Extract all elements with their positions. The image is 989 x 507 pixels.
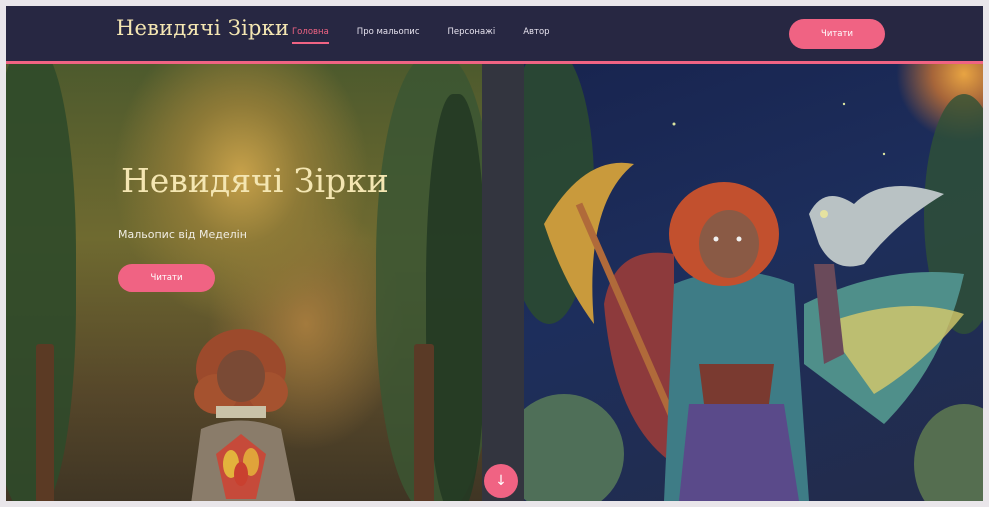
- foliage-right-dark: [426, 94, 482, 501]
- nav-item-author[interactable]: Автор: [523, 27, 549, 37]
- hero-right-panel: [524, 64, 983, 501]
- arrow-down-icon: ↓: [495, 473, 507, 489]
- girl-illustration: [191, 329, 296, 501]
- nav-item-about-comic[interactable]: Про мальопис: [357, 27, 420, 37]
- main-nav: Головна Про мальопис Персонажі Автор: [292, 27, 578, 44]
- trunk-left: [36, 344, 54, 501]
- trunk-right: [414, 344, 434, 501]
- hero-read-button[interactable]: Читати: [118, 264, 215, 292]
- panel-divider: [482, 64, 524, 501]
- site-logo[interactable]: Невидячі Зірки: [116, 16, 289, 40]
- scroll-down-button[interactable]: ↓: [484, 464, 518, 498]
- hero-title: Невидячі Зірки: [121, 161, 389, 200]
- hero-subtitle: Мальопис від Меделін: [118, 228, 247, 241]
- navbar: Невидячі Зірки Головна Про мальопис Перс…: [6, 6, 983, 64]
- hero-character-illustration: [524, 64, 983, 501]
- nav-item-characters[interactable]: Персонажі: [448, 27, 496, 37]
- page-frame: Невидячі Зірки Головна Про мальопис Перс…: [6, 6, 983, 501]
- header-read-button[interactable]: Читати: [789, 19, 885, 49]
- hero-left-panel: Невидячі Зірки Мальопис від Меделін Чита…: [6, 64, 482, 501]
- nav-item-home[interactable]: Головна: [292, 27, 329, 44]
